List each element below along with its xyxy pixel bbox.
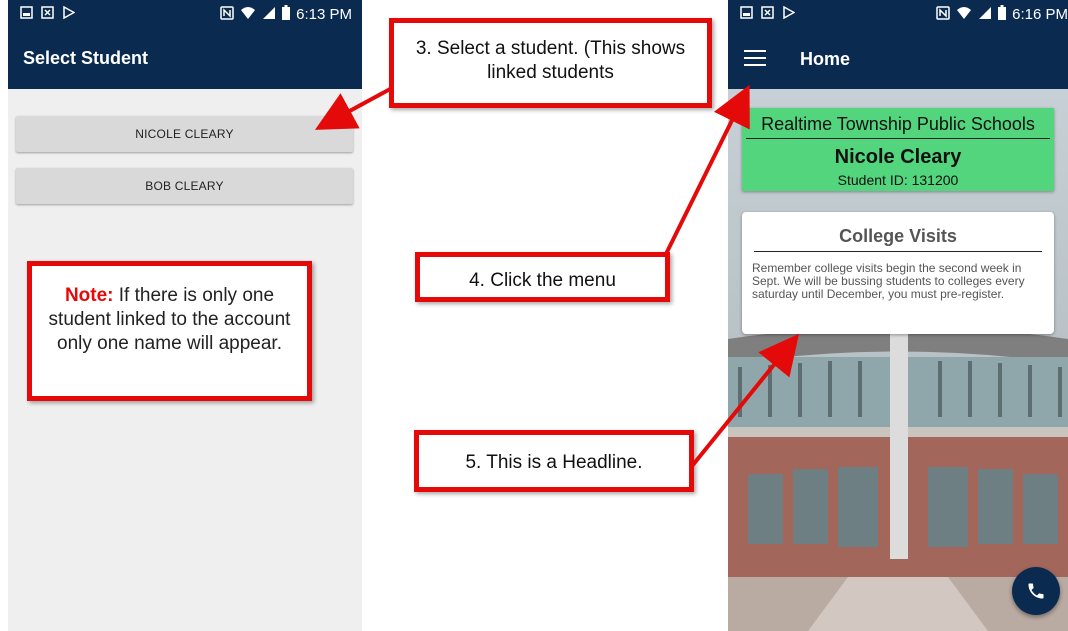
student-button-bob-cleary[interactable]: BOB CLEARY	[16, 168, 353, 204]
close-icon	[761, 6, 774, 22]
status-bar: 6:16 PM	[728, 0, 1068, 30]
image-icon	[20, 6, 33, 22]
student-name: Nicole Cleary	[834, 146, 962, 168]
divider	[746, 138, 1050, 139]
status-time: 6:13 PM	[296, 5, 352, 23]
note-label: Note:	[64, 285, 114, 306]
home-screen: 6:16 PM Home Realtime Township Public Sc…	[728, 0, 1068, 631]
page-title: Select Student	[23, 48, 149, 68]
app-bar: Select Student	[8, 30, 362, 89]
play-store-icon	[782, 5, 796, 22]
nfc-icon	[936, 5, 950, 23]
status-time: 6:16 PM	[1012, 5, 1068, 23]
callout-step-5: 5. This is a Headline.	[414, 430, 694, 492]
callout-step-3: 3. Select a student. (This shows linked …	[389, 18, 712, 108]
signal-icon	[262, 6, 276, 23]
signal-icon	[978, 6, 992, 23]
battery-icon	[998, 5, 1007, 23]
play-store-icon	[62, 5, 76, 22]
student-id: Student ID: 131200	[837, 172, 959, 188]
wifi-icon	[240, 6, 256, 23]
callout-step-4: 4. Click the menu	[415, 252, 670, 302]
headline-card[interactable]: College Visits Remember college visits b…	[742, 212, 1054, 334]
headline-body: Remember college visits begin the second…	[752, 261, 1025, 301]
status-bar: 6:13 PM	[8, 0, 362, 30]
student-info-card: Realtime Township Public Schools Nicole …	[742, 108, 1054, 191]
close-icon	[41, 6, 54, 22]
student-button-nicole-cleary[interactable]: NICOLE CLEARY	[16, 116, 353, 152]
school-name: Realtime Township Public Schools	[761, 114, 1035, 134]
headline-title: College Visits	[839, 226, 957, 246]
call-button[interactable]	[1012, 567, 1060, 615]
hamburger-menu-icon[interactable]	[744, 50, 766, 68]
phone-icon	[1028, 583, 1044, 599]
wifi-icon	[956, 6, 972, 23]
image-icon	[740, 6, 753, 22]
app-bar: Home	[728, 30, 1068, 89]
page-title: Home	[800, 49, 851, 69]
nfc-icon	[220, 5, 234, 23]
note-callout: Note: If there is only one student linke…	[27, 261, 312, 401]
battery-icon	[282, 5, 291, 23]
